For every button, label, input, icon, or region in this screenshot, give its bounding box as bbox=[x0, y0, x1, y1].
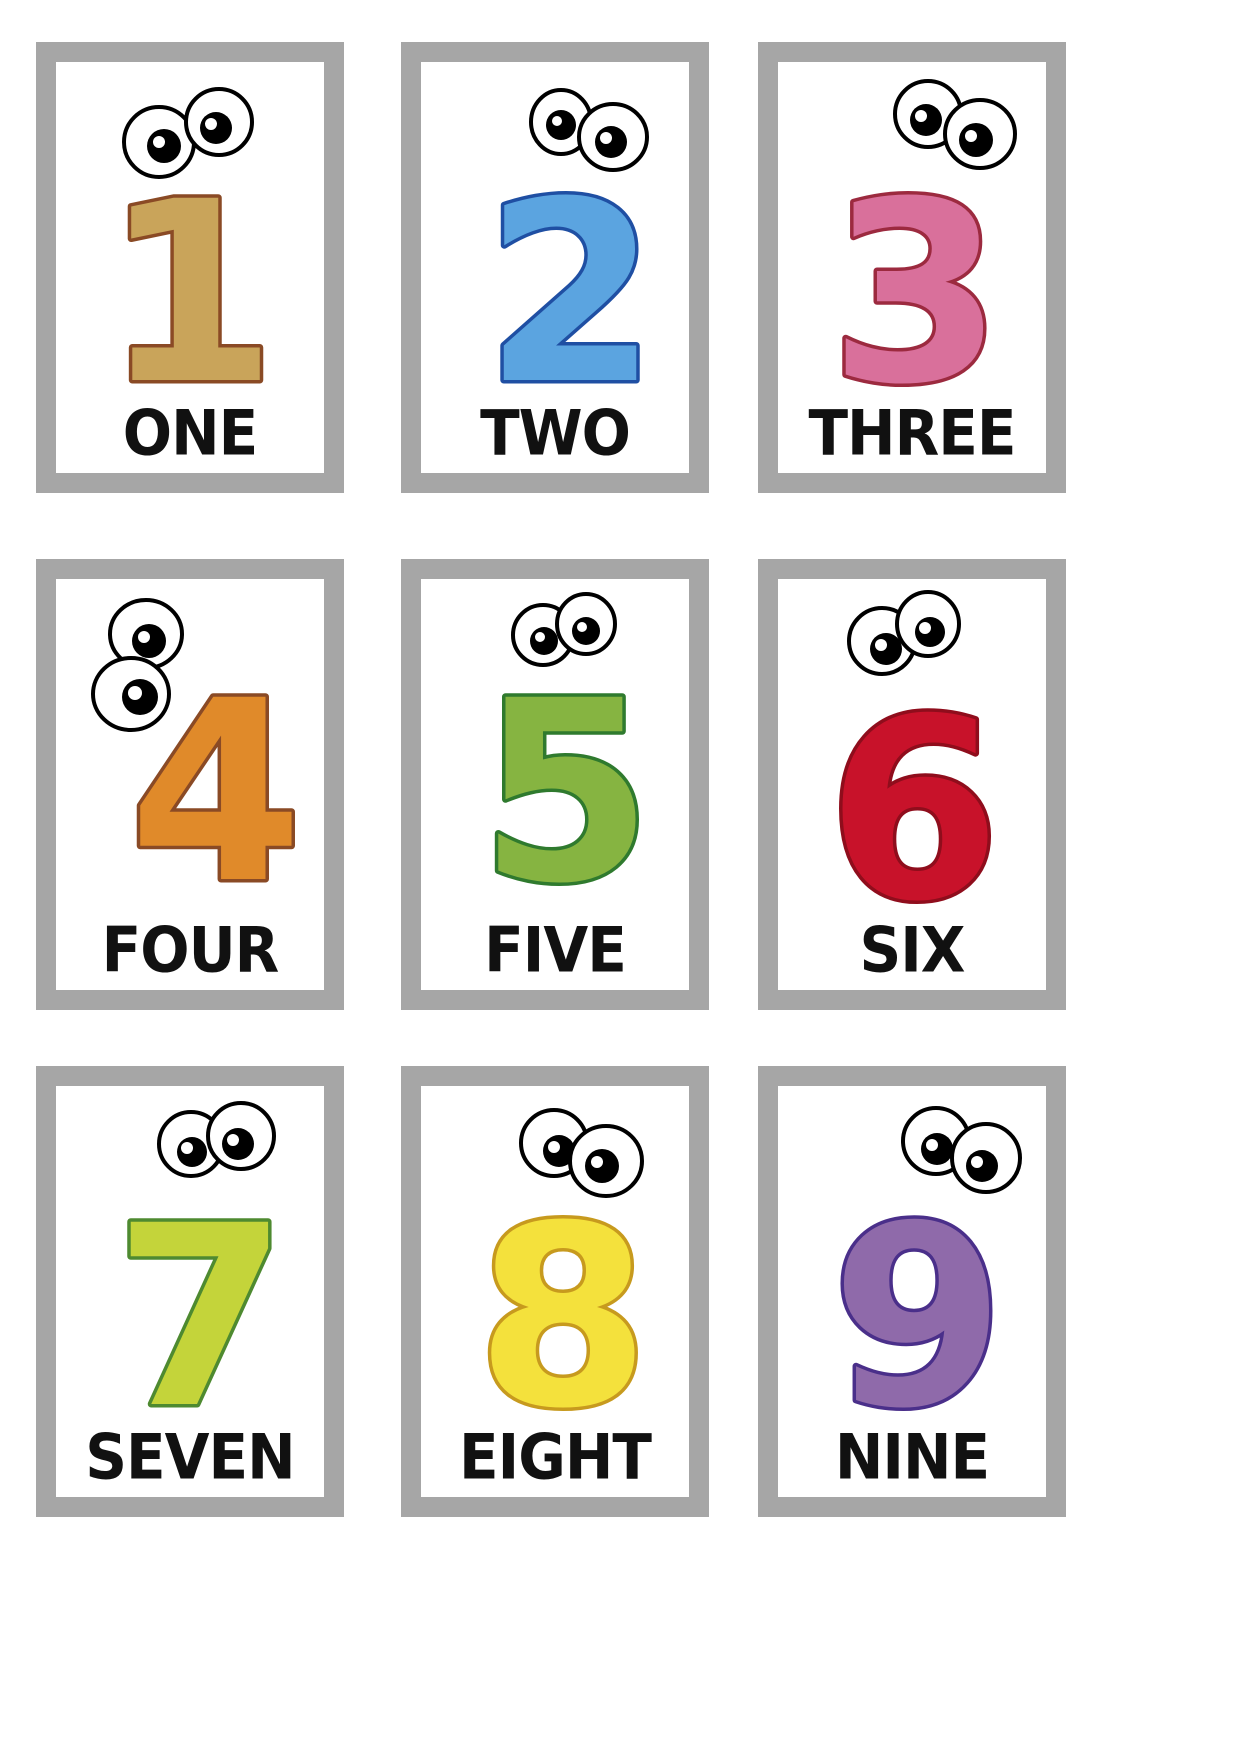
numeral-eight-graphic: 8 bbox=[473, 1108, 653, 1426]
numeral-art: 9 bbox=[778, 1086, 1046, 1426]
googly-eyes-icon bbox=[157, 1101, 276, 1178]
number-word: ONE bbox=[122, 396, 258, 470]
numeral-art: 5 bbox=[421, 579, 689, 919]
numeral-seven-graphic: 7 bbox=[111, 1101, 291, 1426]
number-card-nine: 9 NINE bbox=[758, 1066, 1066, 1517]
number-word: THREE bbox=[808, 396, 1016, 470]
number-card-five: 5 FIVE bbox=[401, 559, 709, 1010]
number-word: SIX bbox=[859, 913, 965, 987]
numeral-art: 6 bbox=[778, 579, 1046, 919]
number-card-six: 6 SIX bbox=[758, 559, 1066, 1010]
numeral-two-graphic: 2 bbox=[481, 88, 661, 402]
numeral-art: 2 bbox=[421, 62, 689, 402]
numeral-one-graphic: 1 bbox=[100, 87, 280, 402]
number-word: SEVEN bbox=[85, 1420, 295, 1494]
googly-eyes-icon bbox=[847, 590, 961, 676]
numeral-art: 1 bbox=[56, 62, 324, 402]
number-card-eight: 8 EIGHT bbox=[401, 1066, 709, 1517]
number-card-seven: 7 SEVEN bbox=[36, 1066, 344, 1517]
numeral-four-graphic: 4 bbox=[91, 598, 306, 919]
numeral-glyph: 1 bbox=[103, 148, 277, 402]
number-word: NINE bbox=[834, 1420, 990, 1494]
numeral-glyph: 5 bbox=[479, 647, 653, 919]
numeral-art: 7 bbox=[56, 1086, 324, 1426]
number-card-one: 1 ONE bbox=[36, 42, 344, 493]
number-card-four: 4 FOUR bbox=[36, 559, 344, 1010]
numeral-glyph: 9 bbox=[831, 1172, 1005, 1426]
number-card-two: 2 TWO bbox=[401, 42, 709, 493]
number-word: EIGHT bbox=[459, 1420, 652, 1494]
number-card-three: 3 THREE bbox=[758, 42, 1066, 493]
numeral-art: 3 bbox=[778, 62, 1046, 402]
numeral-five-graphic: 5 bbox=[476, 592, 656, 919]
numeral-glyph: 8 bbox=[476, 1172, 650, 1426]
numeral-art: 4 bbox=[56, 579, 324, 919]
numeral-glyph: 3 bbox=[829, 148, 1003, 402]
number-word: TWO bbox=[480, 396, 631, 470]
numeral-three-graphic: 3 bbox=[826, 79, 1017, 402]
numeral-glyph: 2 bbox=[484, 148, 658, 402]
number-word: FOUR bbox=[101, 913, 280, 987]
numeral-six-graphic: 6 bbox=[824, 590, 1004, 919]
numeral-glyph: 7 bbox=[114, 1172, 288, 1426]
number-word: FIVE bbox=[484, 913, 627, 987]
flash-card-sheet: 1 ONE 2 TWO 3 THREE 4 FOUR 5 FIVE 6 SIX … bbox=[0, 0, 1240, 1754]
numeral-nine-graphic: 9 bbox=[828, 1106, 1022, 1426]
numeral-glyph: 6 bbox=[827, 665, 1001, 919]
numeral-art: 8 bbox=[421, 1086, 689, 1426]
